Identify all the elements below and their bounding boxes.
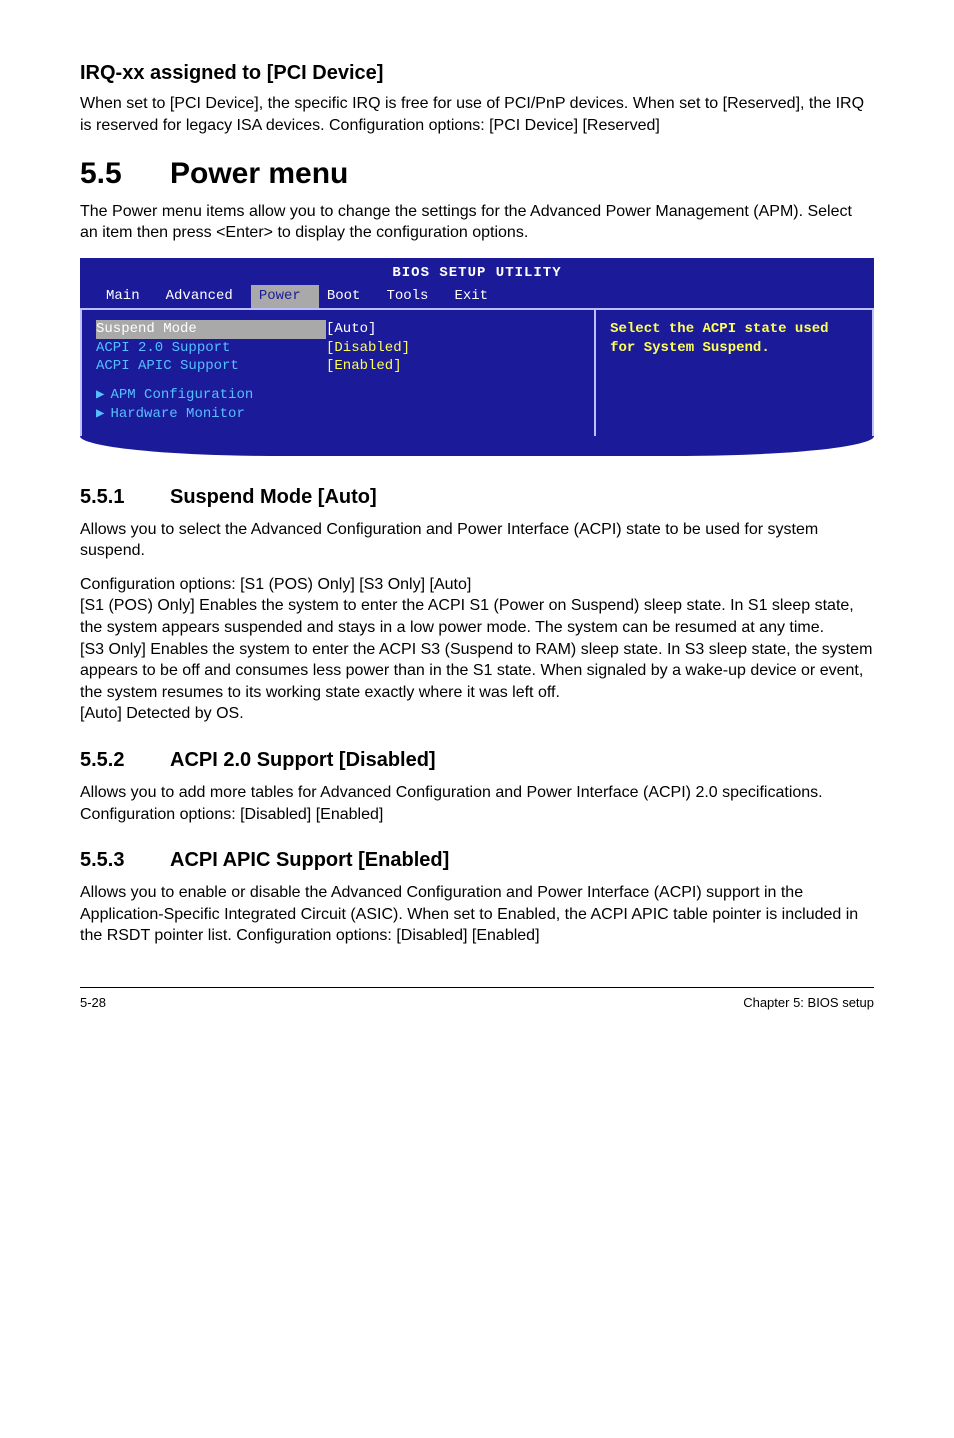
bios-tab-power[interactable]: Power: [251, 285, 319, 308]
bios-body: Suspend Mode [Auto] ACPI 2.0 Support [Di…: [80, 308, 874, 438]
bios-value-acpi20: [Disabled]: [326, 339, 410, 358]
bios-row-acpi20[interactable]: ACPI 2.0 Support [Disabled]: [96, 339, 580, 358]
power-menu-intro: The Power menu items allow you to change…: [80, 201, 874, 244]
acpi20-p2: Configuration options: [Disabled] [Enabl…: [80, 804, 874, 826]
bios-row-suspend-mode[interactable]: Suspend Mode [Auto]: [96, 320, 580, 339]
bios-tab-tools[interactable]: Tools: [378, 285, 446, 308]
bios-label-suspend-mode: Suspend Mode: [96, 321, 197, 337]
acpi-apic-heading-text: ACPI APIC Support [Enabled]: [170, 849, 449, 871]
bios-value-suspend-mode: [Auto]: [326, 320, 376, 339]
power-menu-heading-text: Power menu: [170, 157, 348, 190]
power-menu-heading: 5.5Power menu: [80, 154, 874, 195]
suspend-mode-heading-num: 5.5.1: [80, 484, 170, 511]
bios-tab-advanced[interactable]: Advanced: [158, 285, 251, 308]
bios-label-acpi-apic: ACPI APIC Support: [96, 357, 326, 376]
page-footer: 5-28 Chapter 5: BIOS setup: [80, 987, 874, 1012]
bios-sub-hwmon-label: Hardware Monitor: [110, 406, 244, 422]
suspend-mode-p4: [S3 Only] Enables the system to enter th…: [80, 639, 874, 704]
bios-sub-apm-label: APM Configuration: [110, 387, 253, 403]
bios-title: BIOS SETUP UTILITY: [80, 258, 874, 283]
irq-paragraph: When set to [PCI Device], the specific I…: [80, 93, 874, 136]
acpi-apic-p1: Allows you to enable or disable the Adva…: [80, 882, 874, 947]
bios-tabs: Main Advanced Power Boot Tools Exit: [80, 283, 874, 308]
power-menu-heading-num: 5.5: [80, 154, 170, 195]
irq-heading: IRQ-xx assigned to [PCI Device]: [80, 60, 874, 87]
bios-label-acpi20: ACPI 2.0 Support: [96, 339, 326, 358]
suspend-mode-heading: 5.5.1Suspend Mode [Auto]: [80, 484, 874, 511]
bios-bottom-curve: [80, 436, 874, 456]
suspend-mode-heading-text: Suspend Mode [Auto]: [170, 486, 377, 508]
bios-tab-boot[interactable]: Boot: [319, 285, 379, 308]
acpi20-p1: Allows you to add more tables for Advanc…: [80, 782, 874, 804]
bios-left-panel: Suspend Mode [Auto] ACPI 2.0 Support [Di…: [80, 310, 596, 436]
bios-setup-box: BIOS SETUP UTILITY Main Advanced Power B…: [80, 258, 874, 456]
bios-help-text: Select the ACPI state used for System Su…: [610, 320, 858, 358]
suspend-mode-p2: Configuration options: [S1 (POS) Only] […: [80, 574, 874, 596]
acpi20-heading-text: ACPI 2.0 Support [Disabled]: [170, 749, 436, 771]
footer-chapter: Chapter 5: BIOS setup: [743, 994, 874, 1012]
footer-page-number: 5-28: [80, 994, 106, 1012]
bios-help-panel: Select the ACPI state used for System Su…: [596, 310, 874, 436]
acpi20-heading: 5.5.2ACPI 2.0 Support [Disabled]: [80, 747, 874, 774]
suspend-mode-p3: [S1 (POS) Only] Enables the system to en…: [80, 595, 874, 638]
bios-tab-main[interactable]: Main: [98, 285, 158, 308]
bios-sub-hwmon[interactable]: ▶ Hardware Monitor: [96, 405, 580, 424]
bios-sub-apm[interactable]: ▶ APM Configuration: [96, 386, 580, 405]
acpi20-heading-num: 5.5.2: [80, 747, 170, 774]
suspend-mode-p5: [Auto] Detected by OS.: [80, 703, 874, 725]
acpi-apic-heading: 5.5.3ACPI APIC Support [Enabled]: [80, 847, 874, 874]
bios-value-acpi-apic: [Enabled]: [326, 357, 402, 376]
bios-tab-exit[interactable]: Exit: [446, 285, 506, 308]
acpi-apic-heading-num: 5.5.3: [80, 847, 170, 874]
suspend-mode-p1: Allows you to select the Advanced Config…: [80, 519, 874, 562]
triangle-icon: ▶: [96, 387, 104, 403]
triangle-icon: ▶: [96, 406, 104, 422]
bios-row-acpi-apic[interactable]: ACPI APIC Support [Enabled]: [96, 357, 580, 376]
